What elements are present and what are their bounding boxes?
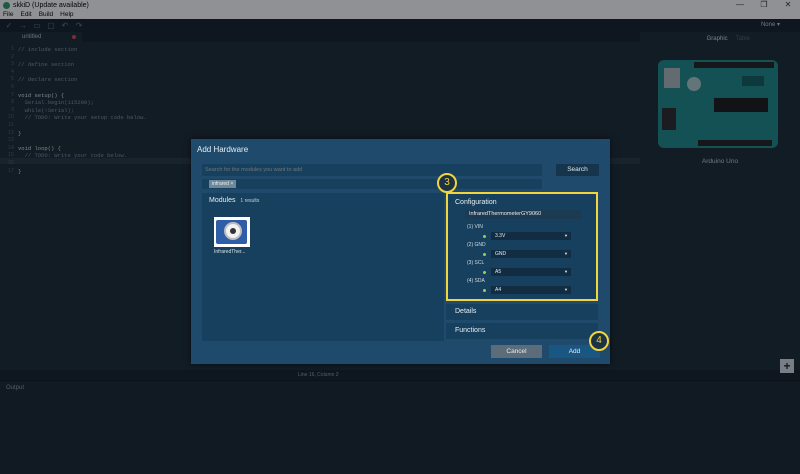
module-search-input[interactable] [202,164,542,176]
configuration-panel: Configuration InfraredThermometerGY9060 … [446,192,598,301]
module-name: InfraredTher... [214,249,246,255]
dropdown-arrow-icon: ▼ [564,251,568,256]
pin-status-dot [483,253,486,256]
step-4-callout: 4 [589,331,609,351]
module-instance-name-field[interactable]: InfraredThermometerGY9060 [465,210,581,219]
pin-select-scl[interactable]: A5 ▼ [491,268,571,276]
filter-tag-infrared[interactable]: infrared × [209,180,237,188]
functions-section[interactable]: Functions [446,323,598,339]
filter-tags: infrared × [202,179,542,189]
details-section[interactable]: Details [446,304,598,320]
cancel-button[interactable]: Cancel [491,345,542,358]
pin-label-sda: (4) SDA [467,278,485,284]
infrared-sensor-icon [214,217,250,247]
pin-select-sda[interactable]: A4 ▼ [491,286,571,294]
pin-status-dot [483,289,486,292]
pin-label-gnd: (2) GND [467,242,486,248]
modules-panel: Modules 1 results InfraredTher... [202,193,444,341]
modules-header: Modules 1 results [209,197,259,204]
modules-count: 1 results [240,198,260,204]
dialog-title: Add Hardware [197,145,249,154]
dropdown-arrow-icon: ▼ [564,269,568,274]
pin-label-vin: (1) VIN [467,224,483,230]
pin-label-scl: (3) SCL [467,260,485,266]
pin-status-dot [483,271,486,274]
search-button[interactable]: Search [556,164,599,176]
dropdown-arrow-icon: ▼ [564,287,568,292]
pin-status-dot [483,235,486,238]
step-3-callout: 3 [437,173,457,193]
modules-title: Modules [209,197,236,204]
module-card[interactable]: InfraredTher... [214,217,250,255]
dropdown-arrow-icon: ▼ [564,233,568,238]
configuration-title: Configuration [455,199,497,206]
add-hardware-dialog: Add Hardware Search infrared × Modules 1… [191,139,610,364]
pin-select-gnd[interactable]: GND ▼ [491,250,571,258]
pin-select-vin[interactable]: 3.3V ▼ [491,232,571,240]
